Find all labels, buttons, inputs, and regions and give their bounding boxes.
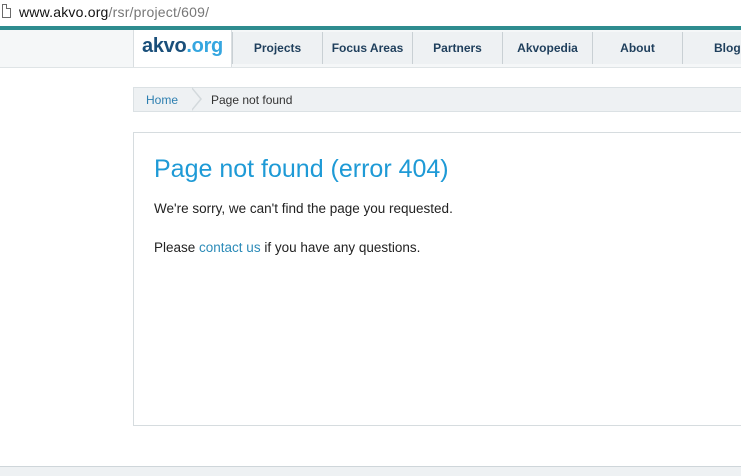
error-message: We're sorry, we can't find the page you … [154,201,453,216]
breadcrumb: Home Page not found [133,87,741,112]
breadcrumb-separator-icon [191,87,202,111]
url-host: www.akvo.org [19,4,109,20]
akvo-logo: akvo.org [142,35,223,58]
page-icon [2,4,11,18]
contact-suffix: if you have any questions. [260,240,421,255]
contact-us-link[interactable]: contact us [199,240,261,255]
breadcrumb-home-link[interactable]: Home [146,93,178,107]
logo-part-org: .org [186,35,223,57]
page-title: Page not found (error 404) [154,155,449,183]
browser-url-bar[interactable]: www.akvo.org/rsr/project/609/ [0,0,741,26]
contact-prefix: Please [154,240,200,255]
nav-item-projects[interactable]: Projects [232,32,323,64]
footer-divider [0,466,741,476]
contact-message: Please contact us if you have any questi… [154,240,420,255]
nav-item-about[interactable]: About [593,32,683,64]
nav-item-focus-areas[interactable]: Focus Areas [323,32,413,64]
nav-item-blog[interactable]: Blog [683,32,741,64]
nav-item-akvopedia[interactable]: Akvopedia [503,32,593,64]
url-text[interactable]: www.akvo.org/rsr/project/609/ [19,4,209,20]
url-path: /rsr/project/609/ [108,4,210,20]
nav-item-partners[interactable]: Partners [413,32,503,64]
logo-part-akvo: akvo [142,35,187,57]
content-panel: Page not found (error 404) We're sorry, … [133,132,741,426]
breadcrumb-current: Page not found [211,93,293,107]
logo-link[interactable]: akvo.org [133,30,232,67]
